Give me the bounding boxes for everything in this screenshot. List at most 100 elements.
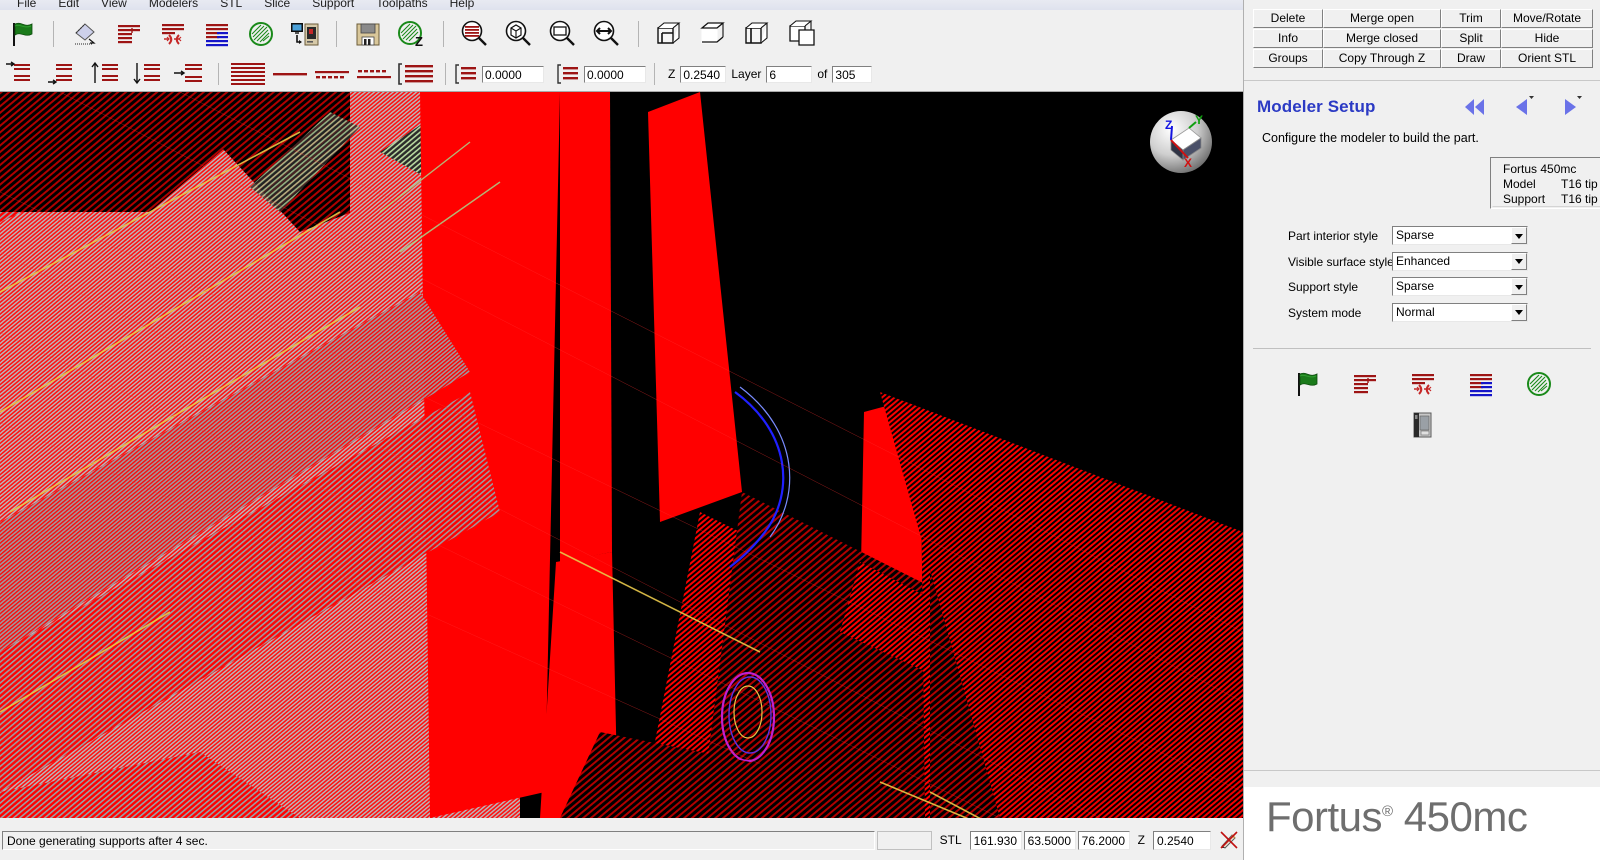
- layers-above-input[interactable]: 0.0000: [584, 65, 646, 83]
- step-toolpaths-button[interactable]: [1463, 366, 1499, 402]
- zoom-part-button[interactable]: [497, 14, 541, 54]
- system-mode-select[interactable]: Normal: [1392, 302, 1528, 322]
- menu-item-modelers[interactable]: Modelers: [138, 0, 209, 9]
- view-top-button[interactable]: [692, 14, 736, 54]
- support-style-select[interactable]: Sparse: [1392, 277, 1528, 296]
- menu-item-file[interactable]: File: [6, 0, 47, 9]
- page-title: Modeler Setup: [1257, 97, 1376, 116]
- step-preview-button[interactable]: [1521, 366, 1557, 402]
- chevron-down-icon[interactable]: [1511, 278, 1527, 295]
- brand-name: Fortus: [1266, 793, 1383, 840]
- build-preview-button[interactable]: [239, 14, 283, 54]
- step-process-flag-button[interactable]: [1289, 366, 1325, 402]
- orientation-gizmo[interactable]: Z Y X: [1141, 102, 1221, 182]
- support-label: Support: [1503, 192, 1546, 206]
- status-z-label: Z: [1137, 833, 1145, 847]
- draw-button[interactable]: Draw: [1441, 49, 1501, 68]
- stl-x-field: 161.930: [969, 830, 1022, 850]
- split-button[interactable]: Split: [1441, 29, 1501, 48]
- hide-button[interactable]: Hide: [1501, 29, 1593, 48]
- orient-stl-button[interactable]: [63, 14, 107, 54]
- line-range-icon: [398, 63, 433, 85]
- menu-item-view[interactable]: View: [90, 0, 138, 9]
- chevron-down-icon[interactable]: [1511, 303, 1527, 321]
- show-dashed-button[interactable]: [311, 60, 353, 88]
- menu-item-slice[interactable]: Slice: [253, 0, 301, 9]
- system-mode-select-label: System mode: [1288, 305, 1362, 320]
- layers-below-icon: [455, 64, 476, 84]
- step-slice-button[interactable]: [1347, 366, 1383, 402]
- line-dotted-icon: [357, 70, 391, 79]
- info-button[interactable]: Info: [1253, 29, 1323, 48]
- step-supports-button[interactable]: [1405, 366, 1441, 402]
- chevron-down-icon[interactable]: [1511, 227, 1527, 244]
- save-cmb-button[interactable]: Z: [390, 14, 434, 54]
- zoom-layer-button[interactable]: [453, 14, 497, 54]
- show-dotted-button[interactable]: [353, 60, 395, 88]
- snap-toggle-button[interactable]: [1215, 830, 1243, 850]
- trim-button[interactable]: Trim: [1441, 9, 1501, 28]
- orient-stl-button[interactable]: Orient STL: [1501, 49, 1593, 68]
- wizard-first-button[interactable]: [1459, 95, 1493, 121]
- printer-step-row: [1244, 407, 1600, 443]
- view-iso-button[interactable]: [780, 14, 824, 54]
- part-interior-style-select[interactable]: Sparse: [1392, 226, 1528, 245]
- view-front-button[interactable]: [648, 14, 692, 54]
- part-interior-style-select-label: Part interior style: [1288, 229, 1379, 243]
- cube-front-icon: [657, 21, 681, 44]
- show-single-line-button[interactable]: [269, 60, 311, 88]
- menu-item-edit[interactable]: Edit: [47, 0, 90, 9]
- menu-item-stl[interactable]: STL: [209, 0, 253, 9]
- toolbar-separator: [53, 20, 54, 47]
- slice-button[interactable]: [107, 14, 151, 54]
- support-curves-icon: [162, 23, 184, 45]
- copy-through-z-button[interactable]: Copy Through Z: [1323, 49, 1441, 68]
- line-single-icon: [273, 73, 307, 76]
- merge-closed-button[interactable]: Merge closed: [1323, 29, 1441, 48]
- toolbar-separator: [638, 20, 639, 47]
- goto-last-layer-button[interactable]: [42, 60, 84, 88]
- right-panel: Delete Merge open Trim Move/Rotate Info Merge…: [1243, 0, 1600, 861]
- chevron-down-icon[interactable]: [1511, 252, 1527, 270]
- menu-item-help[interactable]: Help: [439, 0, 486, 9]
- menu-item-toolpaths[interactable]: Toolpaths: [365, 0, 438, 9]
- model-label: Model: [1503, 177, 1536, 191]
- merge-open-button[interactable]: Merge open: [1323, 9, 1441, 28]
- status-bar: Done generating supports after 4 sec. ST…: [0, 818, 1243, 860]
- layers-below-input[interactable]: 0.0000: [482, 65, 544, 83]
- move-rotate-button[interactable]: Move/Rotate: [1501, 9, 1593, 28]
- save-job-button[interactable]: [346, 14, 390, 54]
- layer-total-input[interactable]: 305: [832, 65, 873, 83]
- delete-button[interactable]: Delete: [1253, 9, 1323, 28]
- wizard-next-button[interactable]: [1555, 95, 1589, 121]
- layers-above-icon: [557, 64, 578, 84]
- send-to-printer-button[interactable]: [283, 14, 327, 54]
- view-side-button[interactable]: [736, 14, 780, 54]
- step-printer-button[interactable]: [1405, 407, 1441, 443]
- zoom-fit-button[interactable]: [585, 14, 629, 54]
- gizmo-y-label: Y: [1195, 113, 1203, 127]
- toolpaths-button[interactable]: [195, 14, 239, 54]
- wizard-previous-button[interactable]: [1507, 95, 1541, 121]
- layer-label: Layer: [731, 67, 762, 81]
- layer-select-button[interactable]: [168, 60, 210, 88]
- 3d-viewport[interactable]: Z Y X: [0, 92, 1243, 818]
- start-green-flag-button[interactable]: [0, 14, 44, 54]
- goto-first-layer-button[interactable]: [0, 60, 42, 88]
- menu-item-support[interactable]: Support: [301, 0, 365, 9]
- supports-button[interactable]: [151, 14, 195, 54]
- process-step-icons: [1244, 366, 1600, 402]
- z-value-input[interactable]: 0.2540: [680, 65, 727, 83]
- layer-number-input[interactable]: 6: [766, 65, 813, 83]
- layer-up-button[interactable]: [84, 60, 126, 88]
- brand-gray-strip: [1244, 771, 1600, 787]
- zoom-window-button[interactable]: [541, 14, 585, 54]
- slice-icon: [1353, 375, 1376, 394]
- groups-button[interactable]: Groups: [1253, 49, 1323, 68]
- z-label: Z: [668, 67, 676, 81]
- show-all-layers-button[interactable]: [227, 60, 269, 88]
- of-label: of: [817, 67, 828, 81]
- layer-down-button[interactable]: [126, 60, 168, 88]
- visible-surface-style-select[interactable]: Enhanced: [1392, 251, 1528, 271]
- show-range-button[interactable]: [395, 60, 437, 88]
